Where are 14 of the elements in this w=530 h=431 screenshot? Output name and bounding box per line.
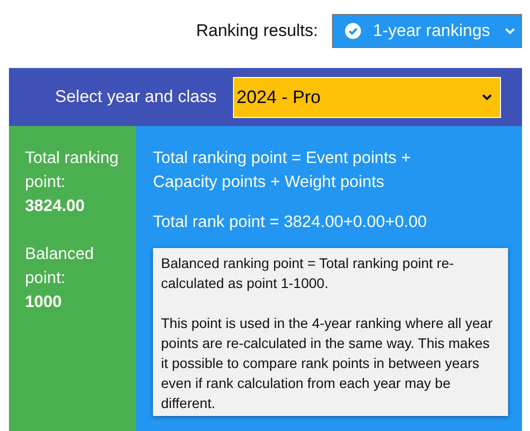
ranking-results-label: Ranking results: — [196, 21, 318, 41]
summary-label: Balanced point: — [25, 244, 95, 289]
check-circle-icon — [345, 23, 361, 39]
summary-value: 1000 — [25, 292, 63, 313]
summary-value: 3824.00 — [25, 196, 86, 217]
note-paragraph: This point is used in the 4-year ranking where all year points are re-calculated in the same way. This makes it possible to compare rank points in between years even if rank calculation from each year may be different. — [161, 314, 494, 413]
formula-text: Total rank point = 3824.00+0.00+0.00 — [153, 212, 428, 233]
select-year-class-label: Select year and class — [55, 87, 217, 107]
year-class-dropdown[interactable]: 2024 - Pro — [232, 76, 501, 118]
caret-icon — [505, 28, 515, 34]
formula-text: Total ranking point = Event points + Capacity points + Weight points — [153, 148, 412, 193]
note-paragraph: Balanced ranking point = Total ranking point re-calculated as point 1-1000. — [161, 254, 455, 293]
summary-label: Total ranking point: — [25, 148, 120, 193]
caret-icon — [482, 94, 492, 100]
